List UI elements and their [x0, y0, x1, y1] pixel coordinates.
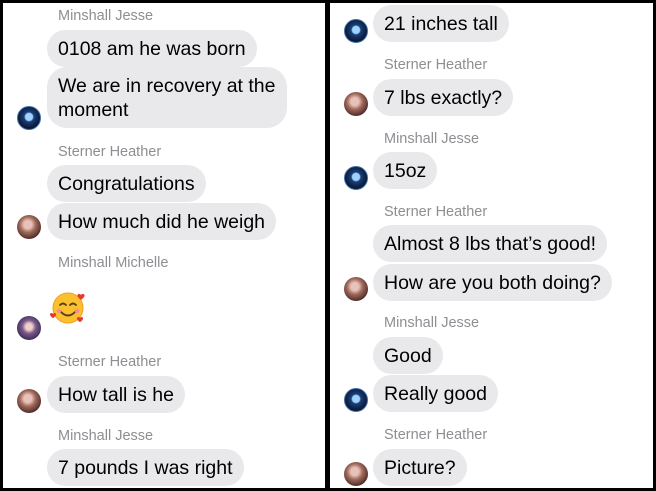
sender-name: Minshall Jesse	[58, 8, 154, 24]
avatar-heather[interactable]	[17, 215, 41, 239]
sender-name: Minshall Michelle	[58, 255, 169, 271]
message-bubble[interactable]: 15oz	[373, 152, 438, 189]
message-bubble[interactable]: Picture?	[373, 449, 467, 486]
avatar-jesse[interactable]	[17, 106, 41, 130]
message-bubble[interactable]: Congratulations	[47, 165, 206, 202]
message-bubble[interactable]: How are you both doing?	[373, 264, 612, 301]
avatar-jesse[interactable]	[344, 19, 368, 43]
avatar-heather[interactable]	[344, 277, 368, 301]
sender-name: Minshall Jesse	[384, 131, 480, 147]
sender-name: Sterner Heather	[384, 57, 488, 73]
sender-name: Sterner Heather	[384, 427, 488, 443]
avatar-michelle[interactable]	[17, 316, 41, 340]
smiling-face-with-hearts-icon[interactable]	[48, 287, 88, 327]
message-bubble[interactable]: 0108 am he was born	[47, 30, 257, 67]
sender-name: Minshall Jesse	[384, 315, 480, 331]
sender-name: Minshall Jesse	[58, 428, 154, 444]
message-bubble[interactable]: 21 inches tall	[373, 5, 509, 42]
message-bubble[interactable]: How much did he weigh	[47, 203, 277, 240]
avatar-heather[interactable]	[344, 92, 368, 116]
left-chat-panel: Minshall Jesse 0108 am he was born We ar…	[3, 3, 325, 488]
message-bubble[interactable]: Good	[373, 337, 443, 374]
avatar-jesse[interactable]	[344, 388, 368, 412]
message-bubble[interactable]: Almost 8 lbs that’s good!	[373, 225, 608, 262]
message-bubble[interactable]: 7 pounds I was right	[47, 449, 244, 486]
message-bubble[interactable]: We are in recovery at the moment	[47, 67, 287, 128]
sender-name: Sterner Heather	[384, 204, 488, 220]
right-chat-panel: 21 inches tall Sterner Heather 7 lbs exa…	[330, 3, 653, 488]
avatar-heather[interactable]	[17, 389, 41, 413]
sender-name: Sterner Heather	[58, 144, 162, 160]
avatar-jesse[interactable]	[344, 166, 368, 190]
message-bubble[interactable]: Really good	[373, 375, 498, 412]
message-bubble[interactable]: 7 lbs exactly?	[373, 79, 514, 116]
sender-name: Sterner Heather	[58, 354, 162, 370]
avatar-heather[interactable]	[344, 462, 368, 486]
message-bubble[interactable]: How tall is he	[47, 376, 185, 413]
